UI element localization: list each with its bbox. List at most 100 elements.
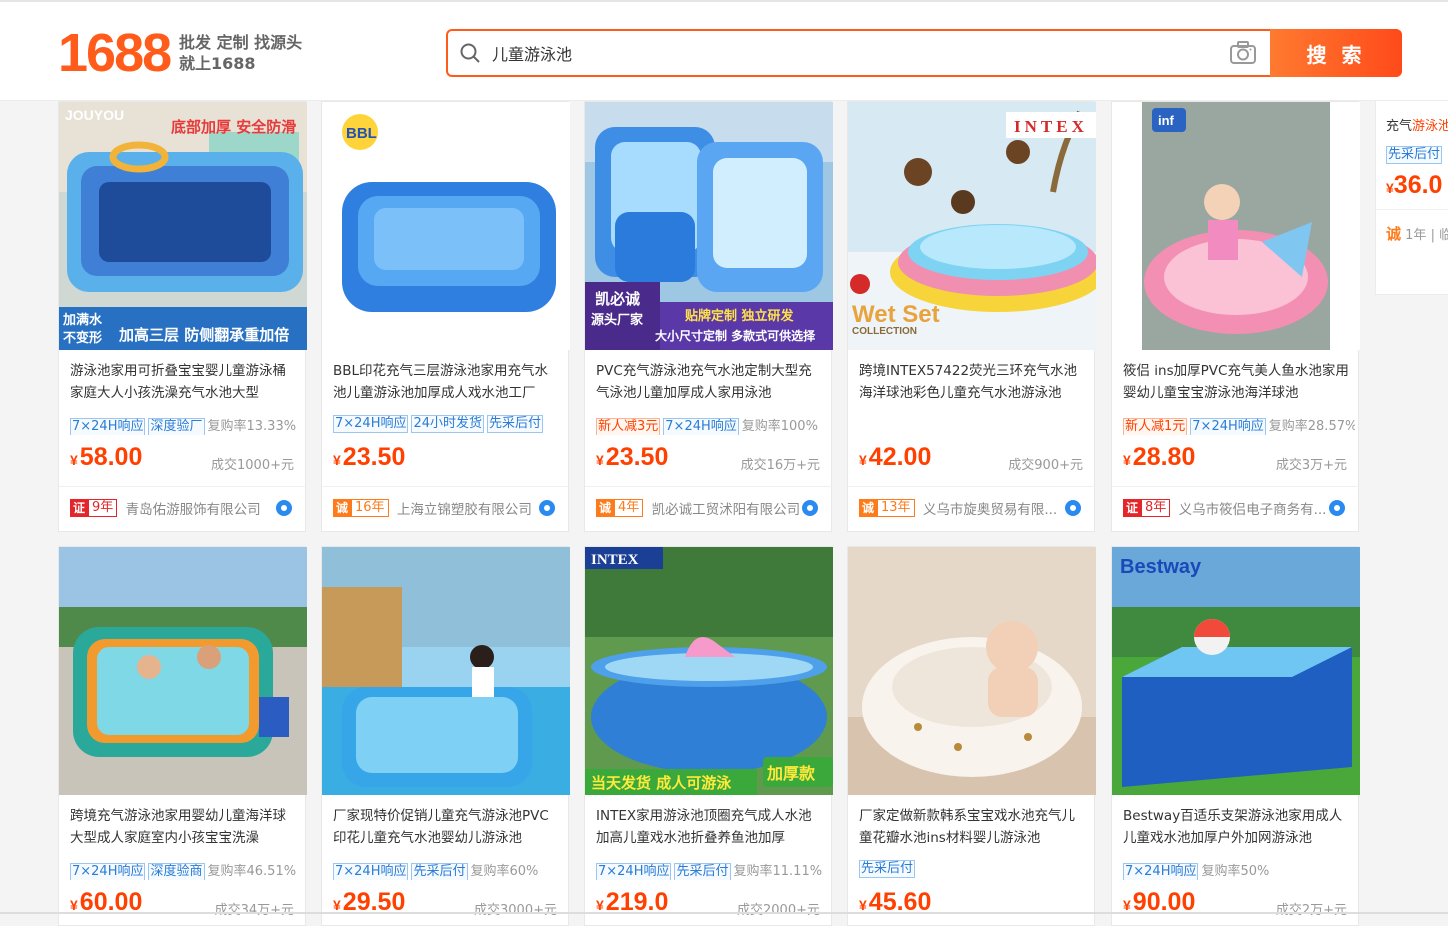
product-card[interactable]: 凯必诚 源头厂家 贴牌定制 独立研发 大小尺寸定制 多款式可供选择 PVC充气游… bbox=[584, 101, 833, 532]
repurchase-rate: 复购率13.33% bbox=[207, 419, 297, 434]
slogan-line-1: 批发 定制 找源头 bbox=[179, 33, 303, 52]
price-value: 28.80 bbox=[1132, 443, 1196, 471]
svg-text:加高三层 防侧翻承重加倍: 加高三层 防侧翻承重加倍 bbox=[118, 326, 289, 344]
price-value: 42.00 bbox=[868, 443, 932, 471]
product-title[interactable]: Bestway百适乐支架游泳池家用成人儿童戏水池加厚户外加网游泳池 bbox=[1123, 805, 1351, 849]
product-tag: 深度验商 bbox=[148, 863, 205, 880]
svg-text:加厚款: 加厚款 bbox=[766, 764, 816, 783]
product-title[interactable]: BBL印花充气三层游泳池家用充气水池儿童游泳池加厚成人戏水池工厂 bbox=[333, 360, 561, 404]
sales-volume: 成交1000+元 bbox=[211, 458, 294, 473]
sales-volume: 成交2万+元 bbox=[1275, 903, 1347, 918]
product-card[interactable]: Bestway Bestway百适乐支架游泳池家用成人儿童戏水池加厚户外加网游泳… bbox=[1111, 546, 1360, 926]
product-card[interactable]: 跨境充气游泳池家用婴幼儿童海洋球大型成人家庭室内小孩宝宝洗澡 7×24H响应 深度… bbox=[58, 546, 307, 926]
currency-symbol: ¥ bbox=[596, 452, 604, 468]
shop-name[interactable]: 义乌市旋奥贸易有限... bbox=[923, 498, 1057, 518]
product-tags: 7×24H响应 先采后付 复购率11.11% bbox=[596, 860, 828, 880]
product-tags: 7×24H响应 复购率50% bbox=[1123, 860, 1355, 880]
chat-icon[interactable] bbox=[802, 500, 818, 516]
shop-name[interactable]: 凯必诚工贸沭阳有限公司 bbox=[652, 498, 801, 518]
product-card[interactable]: INTEX 当天发货 成人可游泳 加厚款 INTEX家用游泳池顶圈充气成人水池加… bbox=[584, 546, 833, 926]
divider bbox=[848, 486, 1096, 487]
product-title[interactable]: PVC充气游泳池充气水池定制大型充气泳池儿童加厚成人家用泳池 bbox=[596, 360, 824, 404]
product-tag: 7×24H响应 bbox=[663, 418, 739, 435]
shop-info[interactable]: 证 9年 青岛佑游服饰有限公司 bbox=[70, 498, 298, 518]
product-image[interactable]: INTEX Wet Set COLLECTION bbox=[848, 102, 1096, 350]
currency-symbol: ¥ bbox=[333, 452, 341, 468]
product-tag: 新人减1元 bbox=[1123, 418, 1188, 435]
product-tag: 7×24H响应 bbox=[1190, 418, 1266, 435]
product-image[interactable]: Bestway bbox=[1112, 547, 1360, 795]
product-image[interactable] bbox=[848, 547, 1096, 795]
product-tags: 新人减3元 7×24H响应 复购率100% bbox=[596, 415, 828, 435]
product-card[interactable]: 厂家定做新款韩系宝宝戏水池充气儿童花瓣水池ins材料婴儿游泳池 先采后付 ¥45… bbox=[847, 546, 1096, 926]
shop-info[interactable]: 诚 4年 凯必诚工贸沭阳有限公司 bbox=[596, 498, 824, 518]
shop-info[interactable]: 诚 13年 义乌市旋奥贸易有限... bbox=[859, 498, 1087, 518]
product-image[interactable]: 凯必诚 源头厂家 贴牌定制 独立研发 大小尺寸定制 多款式可供选择 bbox=[585, 102, 833, 350]
currency-symbol: ¥ bbox=[1123, 897, 1131, 913]
shop-name[interactable]: 青岛佑游服饰有限公司 bbox=[126, 498, 261, 518]
product-title[interactable]: INTEX家用游泳池顶圈充气成人水池加高儿童戏水池折叠养鱼池加厚 bbox=[596, 805, 824, 849]
product-title[interactable]: 厂家定做新款韩系宝宝戏水池充气儿童花瓣水池ins材料婴儿游泳池 bbox=[859, 805, 1087, 849]
seller-years: 16年 bbox=[351, 499, 389, 517]
product-tag: 先采后付 bbox=[487, 415, 544, 433]
search-input[interactable] bbox=[492, 38, 1212, 68]
sales-volume: 成交2000+元 bbox=[737, 903, 820, 918]
product-tags: 7×24H响应 先采后付 复购率60% bbox=[333, 860, 565, 880]
product-title[interactable]: 跨境INTEX57422荧光三环充气水池海洋球池彩色儿童充气水池游泳池 bbox=[859, 360, 1087, 404]
product-card[interactable]: 厂家现特价促销儿童充气游泳池PVC印花儿童充气水池婴幼儿游泳池 7×24H响应先… bbox=[321, 546, 570, 926]
product-title[interactable]: 厂家现特价促销儿童充气游泳池PVC印花儿童充气水池婴幼儿游泳池 bbox=[333, 805, 561, 849]
shop-name[interactable]: 上海立锦塑胶有限公司 bbox=[397, 498, 532, 518]
chat-icon[interactable] bbox=[1329, 500, 1345, 516]
slogan-line-2: 就上1688 bbox=[179, 54, 256, 73]
svg-text:INTEX: INTEX bbox=[591, 552, 639, 568]
search-icon bbox=[460, 43, 480, 63]
svg-text:当天发货 成人可游泳: 当天发货 成人可游泳 bbox=[591, 774, 732, 792]
shop-name[interactable]: 义乌市筱侣电子商务有... bbox=[1179, 498, 1327, 518]
seller-badge-icon: 证 bbox=[70, 499, 88, 517]
svg-text:凯必诚: 凯必诚 bbox=[595, 290, 640, 308]
search-button[interactable]: 搜 索 bbox=[1270, 29, 1402, 77]
shop-info[interactable]: 诚 16年 上海立锦塑胶有限公司 bbox=[333, 498, 561, 518]
product-title[interactable]: 跨境充气游泳池家用婴幼儿童海洋球大型成人家庭室内小孩宝宝洗澡 bbox=[70, 805, 298, 849]
product-price: ¥23.50 bbox=[333, 443, 405, 472]
product-image[interactable]: JOUYOU 底部加厚 安全防滑 加满水 不变形 加高三层 防侧翻承重加倍 bbox=[59, 102, 307, 350]
product-tags: 7×24H响应 深度验商 复购率46.51% bbox=[70, 860, 302, 880]
seller-badge-icon: 诚 bbox=[596, 499, 614, 517]
product-tags: 7×24H响应 24小时发货 先采后付 bbox=[333, 415, 565, 435]
price-value: 23.50 bbox=[342, 443, 406, 471]
currency-symbol: ¥ bbox=[70, 452, 78, 468]
product-title[interactable]: 筱侣 ins加厚PVC充气美人鱼水池家用婴幼儿童宝宝游泳池海洋球池 bbox=[1123, 360, 1351, 404]
side-title: 充气游泳池 bbox=[1386, 119, 1448, 134]
product-image[interactable]: inf bbox=[1112, 102, 1360, 350]
repurchase-rate: 复购率60% bbox=[470, 864, 539, 879]
seller-years: 13年 bbox=[877, 499, 915, 517]
shop-info[interactable]: 证 8年 义乌市筱侣电子商务有... bbox=[1123, 498, 1351, 518]
seller-years: 8年 bbox=[1141, 499, 1171, 517]
side-product-card[interactable]: 充气游泳池 先采后付 ¥36.0 诚 1年 | 临 bbox=[1375, 101, 1448, 295]
camera-icon[interactable] bbox=[1229, 40, 1257, 66]
product-tags: 7×24H响应 深度验厂 复购率13.33% bbox=[70, 415, 302, 435]
svg-text:贴牌定制 独立研发: 贴牌定制 独立研发 bbox=[685, 308, 795, 324]
product-tag: 7×24H响应 bbox=[333, 415, 409, 433]
product-title[interactable]: 游泳池家用可折叠宝宝婴儿童游泳桶家庭大人小孩洗澡充气水池大型 bbox=[70, 360, 298, 404]
svg-text:inf: inf bbox=[1158, 113, 1175, 128]
divider bbox=[585, 486, 833, 487]
chat-icon[interactable] bbox=[276, 500, 292, 516]
svg-text:加满水: 加满水 bbox=[62, 312, 103, 328]
chat-icon[interactable] bbox=[539, 500, 555, 516]
product-image[interactable] bbox=[322, 547, 570, 795]
svg-text:不变形: 不变形 bbox=[63, 330, 102, 346]
seller-badge: 诚 13年 bbox=[859, 499, 915, 517]
product-tag: 7×24H响应 bbox=[333, 863, 409, 880]
side-shop: 诚 1年 | 临 bbox=[1386, 225, 1448, 243]
product-tag: 24小时发货 bbox=[411, 415, 485, 433]
sales-volume: 成交900+元 bbox=[1008, 458, 1083, 473]
product-card[interactable]: INTEX Wet Set COLLECTION 跨境INTEX57422荧光三… bbox=[847, 101, 1096, 532]
product-image[interactable] bbox=[59, 547, 307, 795]
product-image[interactable]: INTEX 当天发货 成人可游泳 加厚款 bbox=[585, 547, 833, 795]
product-card[interactable]: inf 筱侣 ins加厚PVC充气美人鱼水池家用婴幼儿童宝宝游泳池海洋球池 新人… bbox=[1111, 101, 1360, 532]
product-image[interactable]: BBL bbox=[322, 102, 570, 350]
chat-icon[interactable] bbox=[1065, 500, 1081, 516]
product-card[interactable]: JOUYOU 底部加厚 安全防滑 加满水 不变形 加高三层 防侧翻承重加倍 游泳… bbox=[58, 101, 307, 532]
product-card[interactable]: BBL BBL印花充气三层游泳池家用充气水池儿童游泳池加厚成人戏水池工厂 7×2… bbox=[321, 101, 570, 532]
